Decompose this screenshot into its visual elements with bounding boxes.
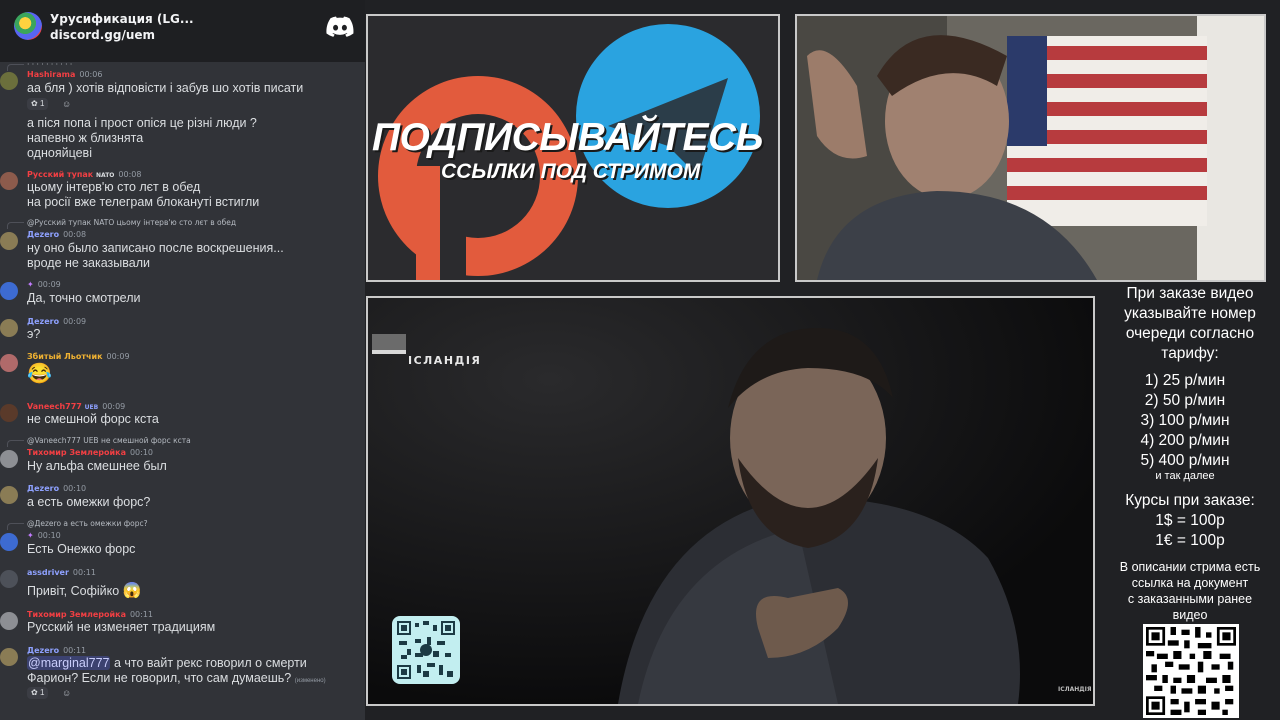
message-text: э? bbox=[27, 327, 41, 341]
message-author[interactable]: Русский тупак NATO 00:08 bbox=[27, 170, 141, 179]
description-note: В описании стрима есть ссылка на докумен… bbox=[1100, 559, 1280, 623]
desc-line: с заказанными ранее bbox=[1127, 592, 1253, 606]
message-author[interactable]: assdriver 00:11 bbox=[27, 568, 96, 577]
message-text: Да, точно смотрели bbox=[27, 291, 141, 305]
message-text: напевно ж близнята bbox=[27, 131, 144, 145]
order-qr-code bbox=[1143, 624, 1239, 718]
desc-line: видео bbox=[1172, 608, 1208, 622]
message-text: Фарион? Если не говорил, что сам думаешь… bbox=[27, 671, 326, 685]
message-author[interactable]: Дezero 00:09 bbox=[27, 317, 86, 326]
emoji-message: 😂 bbox=[27, 363, 52, 385]
cut-off-reply: · · · · · · · · · · bbox=[6, 60, 73, 71]
add-reaction-icon[interactable]: ☺ bbox=[62, 688, 71, 698]
avatar[interactable] bbox=[0, 648, 18, 666]
avatar[interactable] bbox=[0, 404, 18, 422]
message-author[interactable]: Тихомир Землеройка 00:10 bbox=[27, 448, 153, 457]
avatar[interactable] bbox=[0, 450, 18, 468]
desc-line: В описании стрима есть bbox=[1119, 560, 1261, 574]
and-so-on: и так далее bbox=[1155, 470, 1215, 482]
main-video: ІСЛАНДІЯ ІСЛАНДІЯ bbox=[366, 296, 1095, 706]
edited-marker: (изменено) bbox=[294, 678, 326, 684]
tariff-list: 1) 25 р/мин 2) 50 р/мин 3) 100 р/мин 4) … bbox=[1100, 371, 1270, 471]
message-text: Привіт, Софійко 😱 bbox=[27, 582, 142, 599]
heading-line: тарифу: bbox=[1161, 345, 1219, 362]
avatar[interactable] bbox=[0, 612, 18, 630]
message-author[interactable]: Дezero 00:10 bbox=[27, 484, 86, 493]
message-text: вроде не заказывали bbox=[27, 256, 150, 270]
webcam-image bbox=[797, 16, 1264, 280]
server-icon[interactable] bbox=[14, 12, 42, 40]
message-author[interactable]: ✦ 00:10 bbox=[27, 531, 61, 540]
message-author[interactable]: Дezero 00:08 bbox=[27, 230, 86, 239]
discord-chat-panel: Урусификация (LG... discord.gg/uem · · ·… bbox=[0, 0, 365, 720]
chat-header: Урусификация (LG... discord.gg/uem bbox=[0, 0, 365, 62]
avatar[interactable] bbox=[0, 319, 18, 337]
tariff-item: 5) 400 р/мин bbox=[1140, 452, 1230, 469]
avatar[interactable] bbox=[0, 72, 18, 90]
location-caption: ІСЛАНДІЯ bbox=[408, 354, 482, 367]
rate-usd: 1$ = 100р bbox=[1155, 512, 1225, 529]
links-below-stream: ССЫЛКИ ПОД СТРИМОМ bbox=[441, 160, 701, 183]
order-heading: При заказе видео указывайте номер очеред… bbox=[1100, 284, 1280, 364]
message-text: ну оно было записано после воскрешения..… bbox=[27, 241, 284, 255]
message-author[interactable]: Тихомир Землеройка 00:11 bbox=[27, 610, 153, 619]
heading-line: указывайте номер bbox=[1124, 305, 1256, 322]
message-text: @marginal777 а что вайт рекс говорил о с… bbox=[27, 656, 307, 670]
location-tag-underline bbox=[372, 350, 406, 354]
message-text: аа бля ) хотів відповісти і забув шо хот… bbox=[27, 81, 304, 95]
reply-preview[interactable]: @Vaneech777 UEB не смешной форс кста bbox=[7, 436, 191, 447]
avatar[interactable] bbox=[0, 533, 18, 551]
avatar[interactable] bbox=[0, 282, 18, 300]
video-qr-code bbox=[392, 616, 460, 684]
message-text: цьому інтерв'ю сто лєт в обед bbox=[27, 180, 201, 194]
message-text: а есть омежки форс? bbox=[27, 495, 151, 509]
reply-preview[interactable]: @Дezero а есть омежки форс? bbox=[7, 519, 148, 530]
tariff-item: 2) 50 р/мин bbox=[1144, 392, 1226, 409]
invite-link[interactable]: discord.gg/uem bbox=[50, 28, 155, 42]
message-text: не смешной форс кста bbox=[27, 412, 159, 426]
qr-pattern bbox=[1146, 627, 1236, 715]
add-reaction-icon[interactable]: ☺ bbox=[62, 99, 71, 109]
message-author[interactable]: Vaneech777 UEB 00:09 bbox=[27, 402, 125, 411]
heading-line: При заказе видео bbox=[1126, 285, 1254, 302]
server-title: Урусификация (LG... bbox=[50, 12, 194, 26]
discord-logo-icon bbox=[326, 16, 354, 37]
heading-line: очереди согласно bbox=[1125, 325, 1255, 342]
message-text: Ну альфа смешнее был bbox=[27, 459, 167, 473]
avatar[interactable] bbox=[0, 172, 18, 190]
message-author[interactable]: Збитый Льотчик 00:09 bbox=[27, 352, 130, 361]
avatar[interactable] bbox=[0, 232, 18, 250]
tariff-item: 4) 200 р/мин bbox=[1140, 432, 1230, 449]
webcam-feed bbox=[795, 14, 1266, 282]
rates-title: Курсы при заказе: bbox=[1125, 492, 1255, 509]
desc-line: ссылка на документ bbox=[1131, 576, 1249, 590]
subscribe-headline: ПОДПИСЫВАЙТЕСЬ bbox=[372, 116, 763, 159]
message-text: Есть Онежко форс bbox=[27, 542, 136, 556]
message-text: а піся попа і прост опіся це різні люди … bbox=[27, 116, 257, 130]
avatar[interactable] bbox=[0, 354, 18, 372]
tariff-item: 1) 25 р/мин bbox=[1144, 372, 1226, 389]
tariff-item: 3) 100 р/мин bbox=[1140, 412, 1230, 429]
user-mention[interactable]: @marginal777 bbox=[27, 656, 111, 670]
reaction-pill[interactable]: ✿ 1 bbox=[27, 98, 49, 110]
message-list: · · · · · · · · · · Hashirama 00:06 аа бл… bbox=[0, 60, 365, 720]
message-text: на росії вже телеграм блокануті встигли bbox=[27, 195, 260, 209]
message-author[interactable]: Дezero 00:11 bbox=[27, 646, 86, 655]
avatar[interactable] bbox=[0, 570, 18, 588]
subscribe-banner: ПОДПИСЫВАЙТЕСЬ ССЫЛКИ ПОД СТРИМОМ bbox=[366, 14, 780, 282]
message-text: Русский не изменяет традициям bbox=[27, 620, 216, 634]
message-author[interactable]: Hashirama 00:06 bbox=[27, 70, 102, 79]
location-tag-bar bbox=[372, 334, 406, 350]
stream-layout: Урусификация (LG... discord.gg/uem · · ·… bbox=[0, 0, 1280, 720]
avatar[interactable] bbox=[0, 486, 18, 504]
reply-preview[interactable]: @Русский тупак NATO цьому інтерв'ю сто л… bbox=[6, 218, 236, 229]
reaction-pill[interactable]: ✿ 1 bbox=[27, 687, 49, 699]
message-author[interactable]: ✦ 00:09 bbox=[27, 280, 61, 289]
rate-eur: 1€ = 100р bbox=[1155, 532, 1225, 549]
qr-pattern bbox=[397, 621, 455, 679]
message-text: однояйцеві bbox=[27, 146, 92, 160]
channel-watermark: ІСЛАНДІЯ bbox=[1058, 686, 1092, 693]
